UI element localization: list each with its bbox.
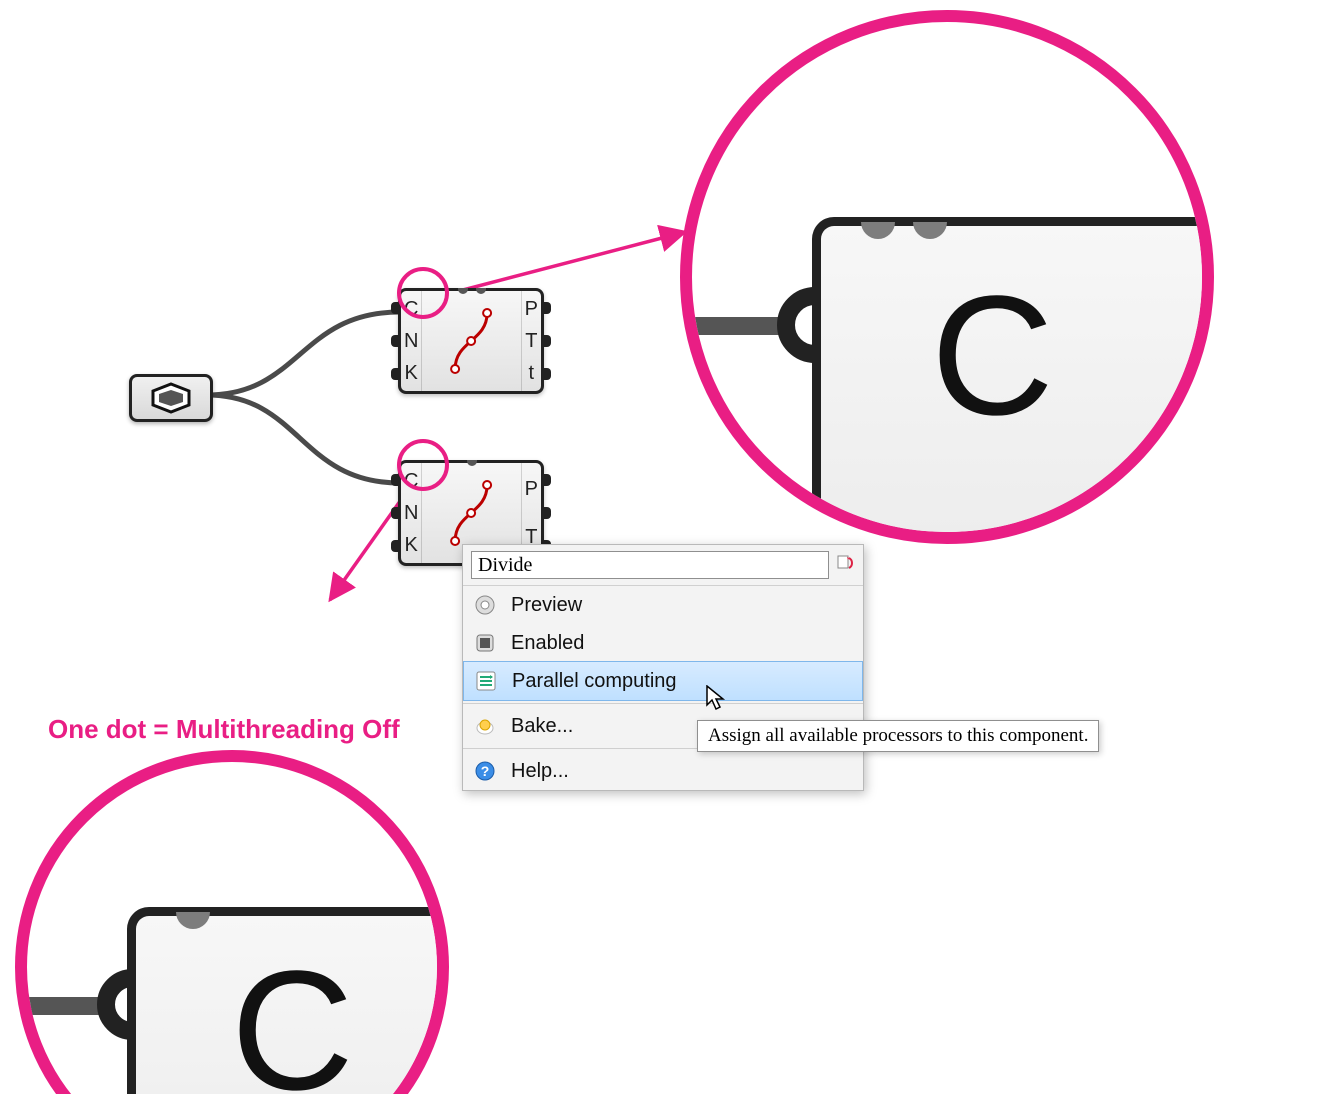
zoom-input-label-c: C <box>931 271 1054 441</box>
component-name-input[interactable] <box>471 551 829 579</box>
highlight-ring-bottom <box>397 439 449 491</box>
highlight-ring-top <box>397 267 449 319</box>
port-t-out[interactable]: T <box>525 331 538 351</box>
menu-label: Bake... <box>511 715 573 738</box>
menu-label: Parallel computing <box>512 670 677 693</box>
output-ports: P T t <box>522 291 541 391</box>
menu-label: Preview <box>511 594 582 617</box>
tooltip: Assign all available processors to this … <box>697 720 1099 752</box>
port-n-in[interactable]: N <box>404 503 418 523</box>
zoom-wire <box>680 317 792 335</box>
parallel-icon <box>474 669 498 693</box>
port-t2-out[interactable]: t <box>525 363 538 383</box>
port-p-out[interactable]: P <box>525 479 538 499</box>
param-node[interactable] <box>129 374 213 422</box>
zoom-one-dot <box>176 912 210 929</box>
rename-icon[interactable] <box>835 552 855 578</box>
menu-item-help[interactable]: ? Help... <box>463 752 863 790</box>
bake-icon <box>473 714 497 738</box>
menu-label: Enabled <box>511 632 584 655</box>
port-n-in[interactable]: N <box>404 331 418 351</box>
menu-item-parallel-computing[interactable]: Parallel computing <box>463 661 863 701</box>
help-icon: ? <box>473 759 497 783</box>
label-one-dot: One dot = Multithreading Off <box>48 714 400 745</box>
zoom-input-label-c: C <box>231 946 354 1094</box>
zoom-component-fragment: C <box>812 217 1214 544</box>
port-k-in[interactable]: K <box>404 363 418 383</box>
zoom-component-fragment: C <box>127 907 449 1094</box>
magnifier-two-dots: C <box>680 10 1214 544</box>
output-grips[interactable] <box>542 291 551 391</box>
input-grips[interactable] <box>391 291 400 391</box>
menu-label: Help... <box>511 760 569 783</box>
context-menu: Preview Enabled Parallel computing Bake.… <box>462 544 864 791</box>
zoom-two-dots <box>861 222 947 239</box>
preview-icon <box>473 593 497 617</box>
enabled-icon <box>473 631 497 655</box>
port-p-out[interactable]: P <box>525 299 538 319</box>
menu-separator <box>463 703 863 704</box>
svg-text:?: ? <box>481 763 490 779</box>
menu-item-preview[interactable]: Preview <box>463 586 863 624</box>
input-grips[interactable] <box>391 463 400 563</box>
menu-item-enabled[interactable]: Enabled <box>463 624 863 662</box>
magnifier-one-dot: C <box>15 750 449 1094</box>
port-k-in[interactable]: K <box>404 535 418 555</box>
cursor-icon <box>706 685 728 711</box>
